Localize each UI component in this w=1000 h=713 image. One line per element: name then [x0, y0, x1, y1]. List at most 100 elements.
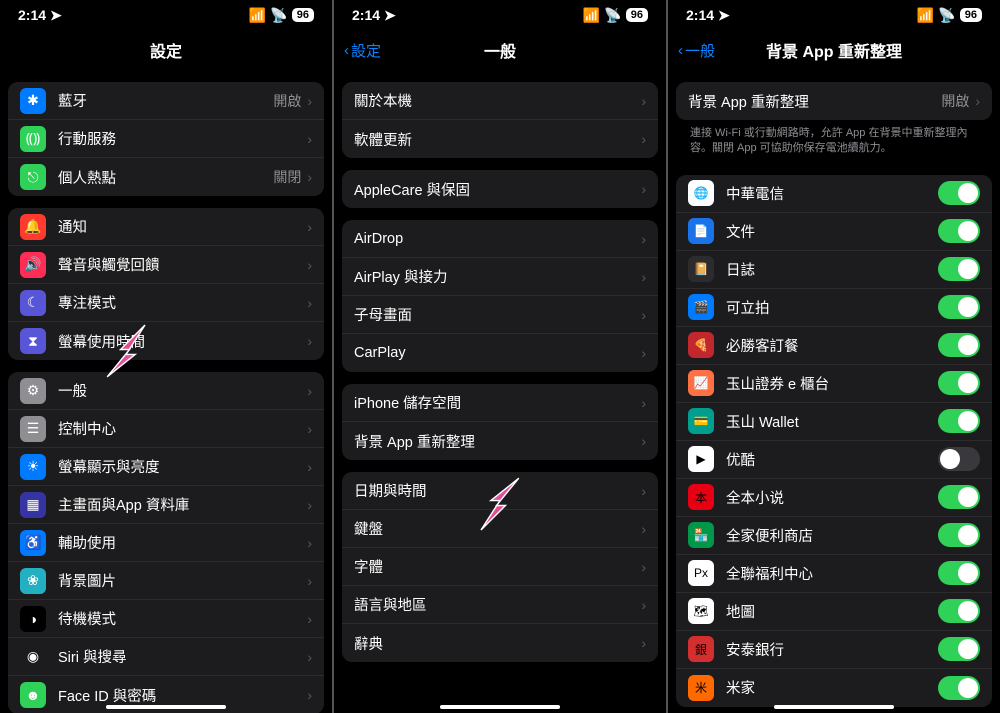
row-label: iPhone 儲存空間	[354, 392, 641, 413]
chevron-right-icon: ›	[307, 649, 312, 665]
settings-row-home-screen[interactable]: ▦主畫面與App 資料庫›	[8, 486, 324, 524]
status-time: 2:14	[352, 7, 380, 23]
chevron-left-icon: ‹	[678, 42, 683, 59]
chevron-right-icon: ›	[307, 611, 312, 627]
general-row-pip[interactable]: 子母畫面›	[342, 296, 658, 334]
row-label: 字體	[354, 556, 641, 577]
general-row-datetime[interactable]: 日期與時間›	[342, 472, 658, 510]
settings-row-focus[interactable]: ☾專注模式›	[8, 284, 324, 322]
chevron-right-icon: ›	[641, 93, 646, 109]
chevron-right-icon: ›	[641, 395, 646, 411]
row-label: 待機模式	[58, 608, 307, 629]
entie-icon: 銀	[688, 636, 714, 662]
row-label: 辭典	[354, 633, 641, 654]
settings-row-sounds[interactable]: 🔊聲音與觸覺回饋›	[8, 246, 324, 284]
general-row-fonts[interactable]: 字體›	[342, 548, 658, 586]
row-label: 聲音與觸覺回饋	[58, 254, 307, 275]
settings-row-screentime[interactable]: ⧗螢幕使用時間›	[8, 322, 324, 360]
chevron-right-icon: ›	[307, 573, 312, 589]
chevron-right-icon: ›	[641, 231, 646, 247]
toggle-maps[interactable]	[938, 599, 980, 623]
app-label: 全本小说	[726, 487, 938, 508]
toggle-journal[interactable]	[938, 257, 980, 281]
settings-row-notifications[interactable]: 🔔通知›	[8, 208, 324, 246]
general-row-airdrop[interactable]: AirDrop›	[342, 220, 658, 258]
esun-sec-icon: 📈	[688, 370, 714, 396]
toggle-esun-wallet[interactable]	[938, 409, 980, 433]
bg-refresh-list[interactable]: 背景 App 重新整理 開啟 › 連接 Wi-Fi 或行動網路時，允許 App …	[668, 70, 1000, 713]
settings-row-display[interactable]: ☀螢幕顯示與亮度›	[8, 448, 324, 486]
settings-row-standby[interactable]: ◑待機模式›	[8, 600, 324, 638]
row-value: 開啟	[941, 91, 969, 111]
chevron-right-icon: ›	[307, 295, 312, 311]
general-row-carplay[interactable]: CarPlay›	[342, 334, 658, 372]
settings-row-cellular[interactable]: ⸨⸩行動服務›	[8, 120, 324, 158]
chevron-right-icon: ›	[641, 433, 646, 449]
settings-row-general[interactable]: ⚙一般›	[8, 372, 324, 410]
toggle-pxpay[interactable]	[938, 561, 980, 585]
notifications-icon: 🔔	[20, 214, 46, 240]
pxpay-icon: Px	[688, 560, 714, 586]
back-button[interactable]: ‹ 設定	[344, 40, 381, 61]
app-row-esun-wallet: 💳玉山 Wallet	[676, 403, 992, 441]
app-row-entie: 銀安泰銀行	[676, 631, 992, 669]
general-list[interactable]: 關於本機›軟體更新›AppleCare 與保固›AirDrop›AirPlay …	[334, 70, 666, 713]
toggle-pizza[interactable]	[938, 333, 980, 357]
settings-row-hotspot[interactable]: ⎋個人熱點關閉›	[8, 158, 324, 196]
general-row-keyboard[interactable]: 鍵盤›	[342, 510, 658, 548]
general-row-airplay[interactable]: AirPlay 與接力›	[342, 258, 658, 296]
wifi-icon: 📡	[270, 7, 287, 24]
general-row-software-update[interactable]: 軟體更新›	[342, 120, 658, 158]
chevron-right-icon: ›	[641, 345, 646, 361]
accessibility-icon: ♿	[20, 530, 46, 556]
chevron-right-icon: ›	[641, 521, 646, 537]
row-label: 關於本機	[354, 90, 641, 111]
home-indicator[interactable]	[774, 705, 894, 709]
row-label: AirDrop	[354, 231, 641, 247]
general-row-bg-refresh[interactable]: 背景 App 重新整理›	[342, 422, 658, 460]
home-indicator[interactable]	[440, 705, 560, 709]
battery-icon: 96	[292, 8, 314, 22]
toggle-cht[interactable]	[938, 181, 980, 205]
settings-row-wallpaper[interactable]: ❀背景圖片›	[8, 562, 324, 600]
bluetooth-icon: ✱	[20, 88, 46, 114]
general-row-about[interactable]: 關於本機›	[342, 82, 658, 120]
settings-list[interactable]: ✱藍牙開啟›⸨⸩行動服務›⎋個人熱點關閉› 🔔通知›🔊聲音與觸覺回饋›☾專注模式…	[0, 70, 332, 713]
app-label: 中華電信	[726, 183, 938, 204]
toggle-familymart[interactable]	[938, 523, 980, 547]
app-row-esun-sec: 📈玉山證券 e 櫃台	[676, 365, 992, 403]
chevron-right-icon: ›	[307, 219, 312, 235]
toggle-entie[interactable]	[938, 637, 980, 661]
settings-row-control-center[interactable]: ☰控制中心›	[8, 410, 324, 448]
toggle-youku[interactable]	[938, 447, 980, 471]
general-row-applecare[interactable]: AppleCare 與保固›	[342, 170, 658, 208]
toggle-docs[interactable]	[938, 219, 980, 243]
settings-row-siri[interactable]: ◉Siri 與搜尋›	[8, 638, 324, 676]
settings-row-bluetooth[interactable]: ✱藍牙開啟›	[8, 82, 324, 120]
screen-general: 2:14 ➤ 📶 📡 96 ‹ 設定 一般 關於本機›軟體更新›AppleCar…	[334, 0, 666, 713]
general-row-language[interactable]: 語言與地區›	[342, 586, 658, 624]
row-label: 螢幕使用時間	[58, 331, 307, 352]
toggle-mijia[interactable]	[938, 676, 980, 700]
toggle-clips[interactable]	[938, 295, 980, 319]
mijia-icon: 米	[688, 675, 714, 701]
row-label: Face ID 與密碼	[58, 685, 307, 706]
chevron-right-icon: ›	[307, 687, 312, 703]
signal-icon: 📶	[249, 7, 266, 24]
back-label: 設定	[351, 40, 381, 61]
row-label: Siri 與搜尋	[58, 646, 307, 667]
app-row-pizza: 🍕必勝客訂餐	[676, 327, 992, 365]
bg-refresh-master-row[interactable]: 背景 App 重新整理 開啟 ›	[676, 82, 992, 120]
settings-row-accessibility[interactable]: ♿輔助使用›	[8, 524, 324, 562]
general-row-storage[interactable]: iPhone 儲存空間›	[342, 384, 658, 422]
general-row-dictionary[interactable]: 辭典›	[342, 624, 658, 662]
toggle-novel[interactable]	[938, 485, 980, 509]
row-label: 日期與時間	[354, 480, 641, 501]
row-label: 輔助使用	[58, 532, 307, 553]
back-button[interactable]: ‹ 一般	[678, 40, 715, 61]
home-indicator[interactable]	[106, 705, 226, 709]
status-bar: 2:14 ➤ 📶 📡 96	[668, 0, 1000, 30]
app-row-cht: 🌐中華電信	[676, 175, 992, 213]
toggle-esun-sec[interactable]	[938, 371, 980, 395]
row-label: 行動服務	[58, 128, 307, 149]
